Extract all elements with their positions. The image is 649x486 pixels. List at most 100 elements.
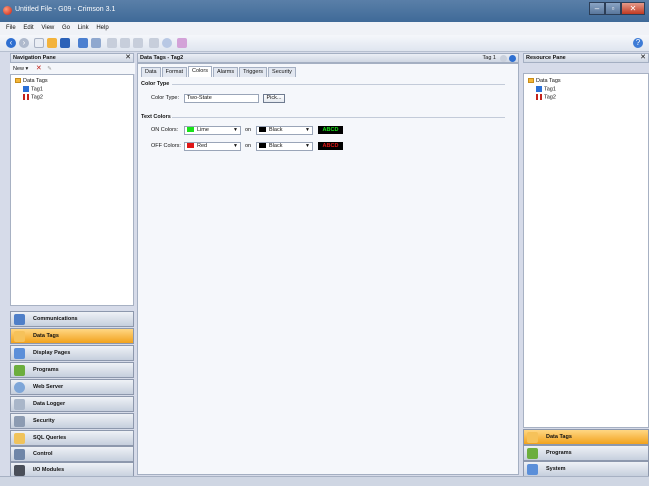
minimize-button[interactable]: – [589,2,605,15]
help-icon[interactable]: ? [633,38,643,48]
nav-data-tags[interactable]: Data Tags [10,328,134,344]
resource-system[interactable]: System [523,461,649,477]
nav-sql-queries[interactable]: SQL Queries [10,430,134,446]
rename-icon[interactable]: ✎ [47,66,52,72]
title-bar: Untitled File - G09 - Crimson 3.1 – ▫ ✕ [0,0,649,22]
close-pane-icon[interactable]: ✕ [125,54,131,62]
tab-alarms[interactable]: Alarms [212,67,239,77]
editor-title: Data Tags - Tag2 [140,55,184,61]
off-color-sample: ABCD [318,142,343,150]
tree-item-tag1[interactable]: Tag1 [23,86,43,93]
pick-button[interactable]: Pick... [263,94,285,103]
prev-tag-icon[interactable] [500,55,507,62]
menu-view[interactable]: View [41,22,54,35]
crimson-app-icon [3,6,12,15]
nav-programs[interactable]: Programs [10,362,134,378]
tag-icon [23,86,29,92]
nav-control[interactable]: Control [10,446,134,462]
menu-file[interactable]: File [6,22,16,35]
cut-icon[interactable] [107,38,117,48]
resource-pane-header: Resource Pane ✕ [523,53,649,63]
folder-icon [528,78,534,84]
tool-icon[interactable] [177,38,187,48]
on-colors-label: ON Colors: [151,127,179,133]
paste-icon[interactable] [133,38,143,48]
nav-display-pages[interactable]: Display Pages [10,345,134,361]
chevron-down-icon: ▼ [233,143,238,149]
close-resource-pane-icon[interactable]: ✕ [640,54,646,62]
maximize-button[interactable]: ▫ [605,2,621,15]
resource-item-tag2[interactable]: Tag2 [536,94,556,101]
editor-tabs: Data Format Colors Alarms Triggers Secur… [141,66,297,77]
new-file-icon[interactable] [34,38,44,48]
menu-go[interactable]: Go [62,22,70,35]
nav-web-server[interactable]: Web Server [10,379,134,395]
on-foreground-select[interactable]: Lime ▼ [184,126,241,135]
new-item-button[interactable]: New ▾ [13,66,28,72]
nav-communications[interactable]: Communications [10,311,134,327]
flag-tag-icon [23,94,29,100]
resource-pane-title: Resource Pane [526,55,566,61]
on-background-select[interactable]: Black ▼ [256,126,313,135]
next-tag-icon[interactable] [509,55,516,62]
lime-swatch [187,127,194,133]
tab-triggers[interactable]: Triggers [239,67,268,77]
tag-indicator: Tag 1 [482,55,496,61]
data-logger-icon [14,399,25,410]
chevron-down-icon: ▼ [305,143,310,149]
forward-icon[interactable]: › [19,38,29,48]
resource-programs[interactable]: Programs [523,445,649,461]
text-colors-section: Text Colors [141,114,171,120]
copy-icon[interactable] [120,38,130,48]
nav-data-logger[interactable]: Data Logger [10,396,134,412]
navigation-tree: Data Tags Tag1 Tag2 [10,74,134,306]
navigation-pane-header: Navigation Pane ✕ [10,53,134,63]
tag-icon [536,86,542,92]
open-folder-icon[interactable] [47,38,57,48]
tree-root-data-tags[interactable]: Data Tags [15,78,48,85]
on-word: on [245,127,252,133]
off-background-select[interactable]: Black ▼ [256,142,313,151]
tab-format[interactable]: Format [161,67,188,77]
upload-icon[interactable] [91,38,101,48]
back-icon[interactable]: ‹ [6,38,16,48]
resource-root-data-tags[interactable]: Data Tags [528,78,561,85]
window-title: Untitled File - G09 - Crimson 3.1 [15,6,116,13]
resource-item-tag1[interactable]: Tag1 [536,86,556,93]
nav-security[interactable]: Security [10,413,134,429]
navigation-tools: New ▾ ✕ ✎ [10,63,135,74]
off-on-word: on [245,143,252,149]
system-icon [527,464,538,475]
status-bar [0,476,649,486]
tab-colors[interactable]: Colors [188,66,212,77]
black-swatch [259,127,266,133]
chevron-down-icon: ▼ [305,127,310,133]
menu-edit[interactable]: Edit [23,22,33,35]
black-swatch [259,143,266,149]
chevron-down-icon: ▼ [233,127,238,133]
color-type-field[interactable]: Two-State [184,94,259,103]
menu-help[interactable]: Help [96,22,108,35]
watch-icon[interactable] [162,38,172,48]
sql-queries-icon [14,433,25,444]
text-colors-divider [172,117,505,118]
folder-icon [15,78,21,84]
off-foreground-select[interactable]: Red ▼ [184,142,241,151]
tab-security[interactable]: Security [268,67,296,77]
delete-icon[interactable]: ✕ [36,65,42,72]
resource-data-tags[interactable]: Data Tags [523,429,649,445]
menu-bar: File Edit View Go Link Help [0,22,649,35]
tab-data[interactable]: Data [141,67,161,77]
find-icon[interactable] [149,38,159,48]
navigation-pane-title: Navigation Pane [13,55,56,61]
download-icon[interactable] [78,38,88,48]
save-icon[interactable] [60,38,70,48]
on-color-sample: ABCD [318,126,343,134]
red-swatch [187,143,194,149]
display-pages-icon [14,348,25,359]
tree-item-tag2[interactable]: Tag2 [23,94,43,101]
editor-header: Data Tags - Tag2 Tag 1 [137,53,519,63]
menu-link[interactable]: Link [78,22,89,35]
data-tags-icon [527,432,538,443]
close-button[interactable]: ✕ [621,2,645,15]
